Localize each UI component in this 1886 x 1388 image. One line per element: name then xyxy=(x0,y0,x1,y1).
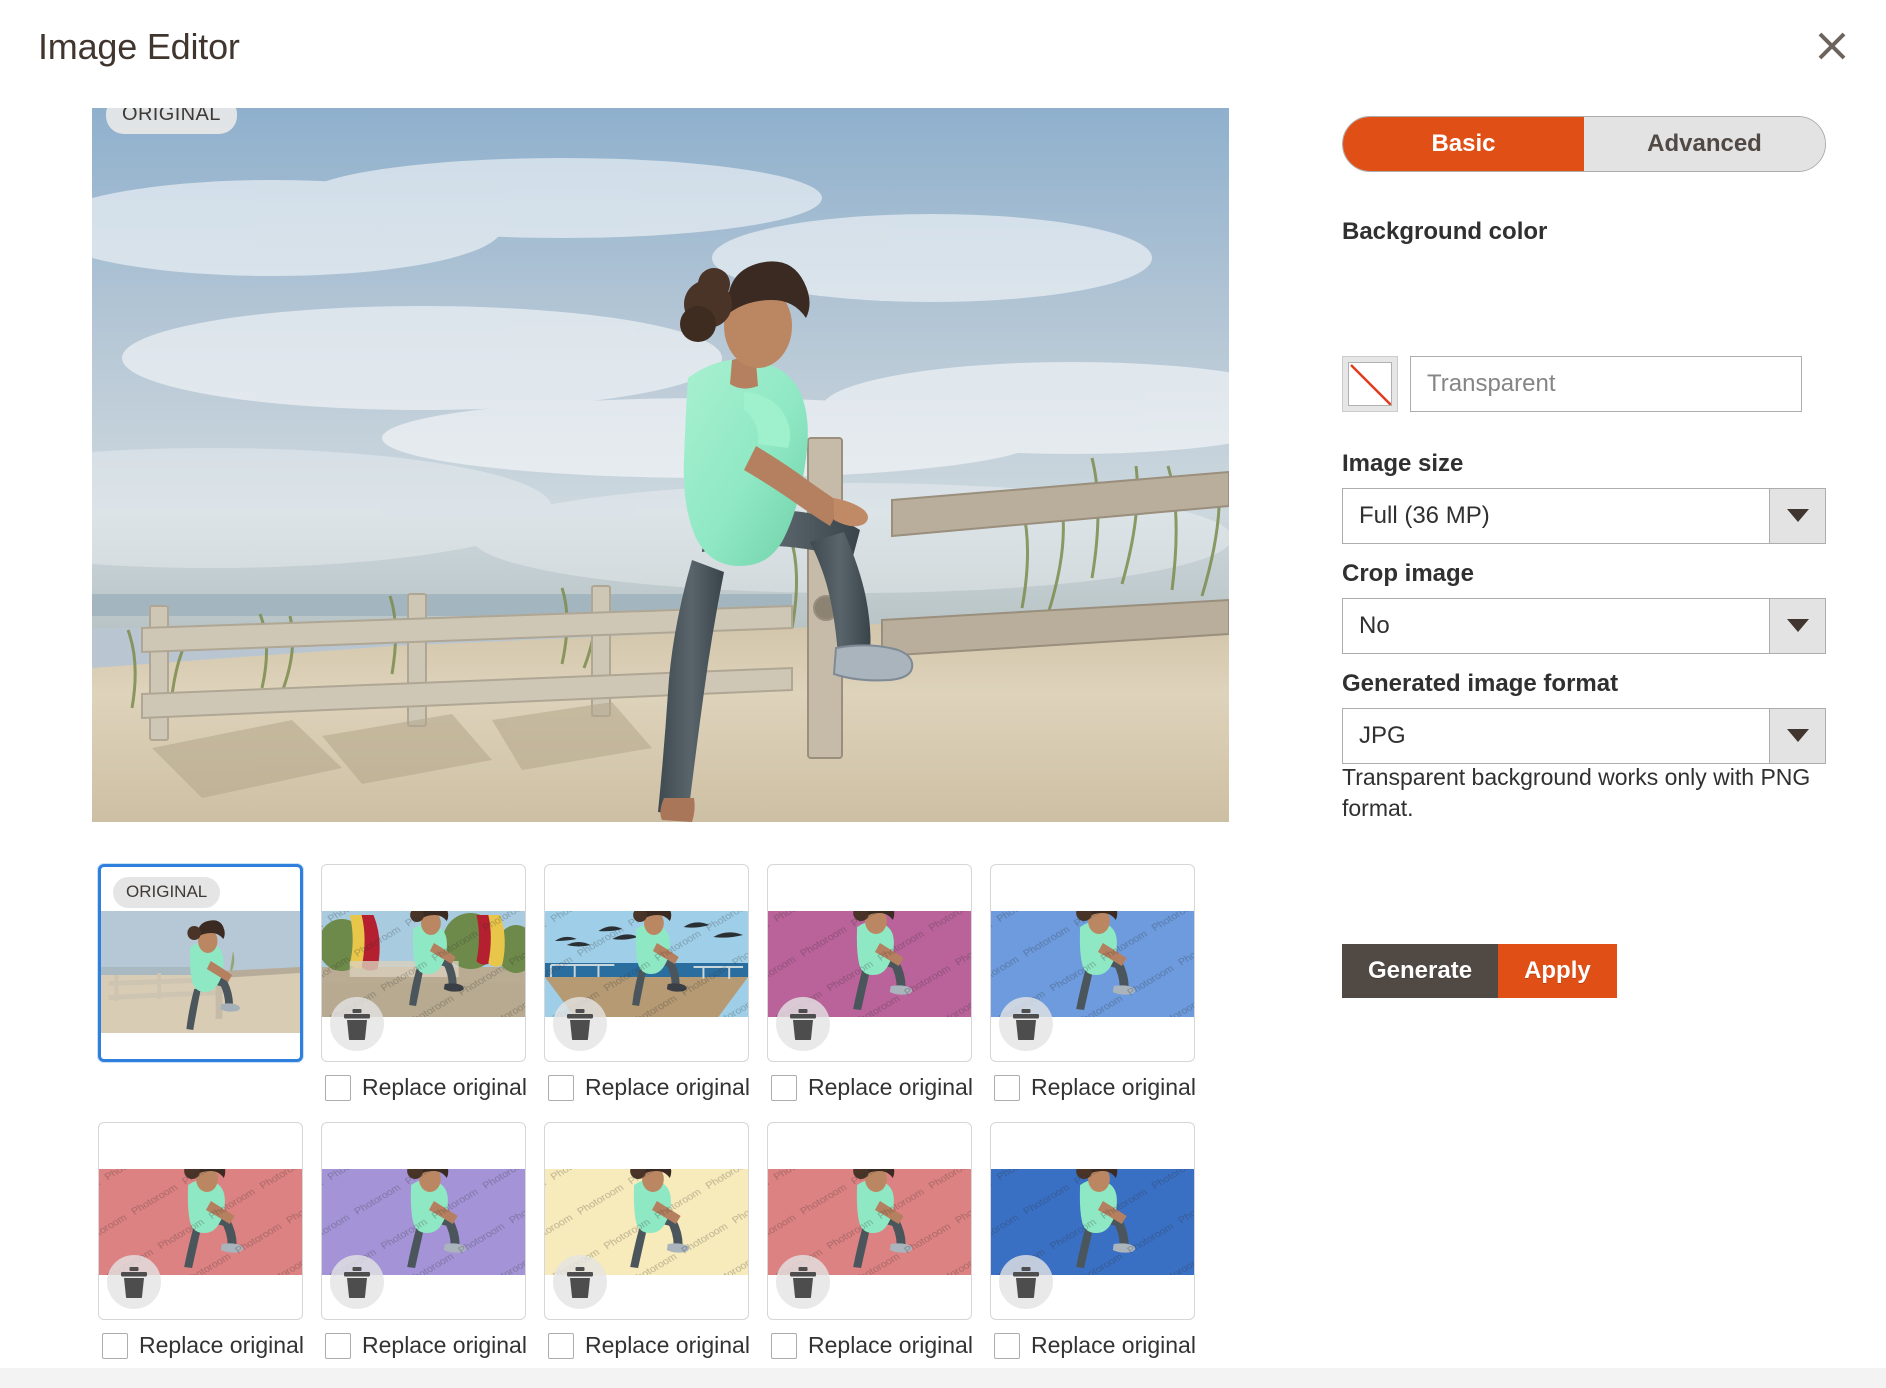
image-size-label: Image size xyxy=(1342,450,1463,478)
thumbnail-row-2: Photoroom Replace original Photoroom Rep… xyxy=(98,1122,1228,1380)
trash-icon[interactable] xyxy=(776,997,830,1051)
format-hint: Transparent background works only with P… xyxy=(1342,762,1832,825)
thumbnail-cell: Photoroom Replace original xyxy=(98,1122,303,1320)
apply-button[interactable]: Apply xyxy=(1498,944,1617,998)
replace-original-label[interactable]: Replace original xyxy=(808,1074,973,1101)
page-title: Image Editor xyxy=(38,26,240,68)
thumbnail-cell: Photoroom Replace original xyxy=(990,1122,1195,1320)
replace-original-row: Replace original xyxy=(548,1332,750,1359)
trash-icon[interactable] xyxy=(776,1255,830,1309)
replace-original-row: Replace original xyxy=(771,1074,973,1101)
replace-original-label[interactable]: Replace original xyxy=(362,1332,527,1359)
editor-left-pane: ORIGINAL ORIGINAL xyxy=(0,98,1330,1388)
generated-image-format-select[interactable]: JPG xyxy=(1342,708,1826,764)
generated-image-format-value: JPG xyxy=(1343,709,1769,763)
main-preview[interactable]: ORIGINAL xyxy=(92,108,1229,822)
thumbnail-grid: ORIGINAL Photoroom Replace xyxy=(98,864,1228,1380)
close-icon[interactable] xyxy=(1804,18,1860,74)
thumbnail-cell: Photoroom Replace original xyxy=(321,864,526,1062)
thumbnail-cell: Photoroom Replace original xyxy=(767,864,972,1062)
thumbnail-variant[interactable]: Photoroom xyxy=(990,1122,1195,1320)
thumbnail-variant[interactable]: Photoroom xyxy=(990,864,1195,1062)
preview-photo xyxy=(92,108,1229,822)
replace-original-label[interactable]: Replace original xyxy=(139,1332,304,1359)
bottom-strip xyxy=(0,1368,1886,1388)
trash-icon[interactable] xyxy=(330,1255,384,1309)
replace-original-checkbox[interactable] xyxy=(771,1333,797,1359)
trash-icon[interactable] xyxy=(999,1255,1053,1309)
thumbnail-image xyxy=(101,911,300,1033)
thumbnail-cell: ORIGINAL xyxy=(98,864,303,1062)
replace-original-row: Replace original xyxy=(325,1332,527,1359)
replace-original-checkbox[interactable] xyxy=(325,1075,351,1101)
mode-tabs: Basic Advanced xyxy=(1342,116,1826,172)
tab-advanced[interactable]: Advanced xyxy=(1584,117,1825,171)
thumbnail-variant[interactable]: Photoroom xyxy=(767,864,972,1062)
image-size-value: Full (36 MP) xyxy=(1343,489,1769,543)
replace-original-label[interactable]: Replace original xyxy=(585,1332,750,1359)
thumbnail-variant[interactable]: Photoroom xyxy=(321,1122,526,1320)
crop-image-value: No xyxy=(1343,599,1769,653)
thumbnail-variant[interactable]: Photoroom xyxy=(98,1122,303,1320)
action-buttons: Generate Apply xyxy=(1342,944,1617,998)
tab-basic[interactable]: Basic xyxy=(1343,117,1584,171)
thumbnail-original-selected[interactable]: ORIGINAL xyxy=(98,864,303,1062)
replace-original-label[interactable]: Replace original xyxy=(808,1332,973,1359)
modal-header: Image Editor xyxy=(0,0,1886,98)
replace-original-checkbox[interactable] xyxy=(548,1075,574,1101)
replace-original-checkbox[interactable] xyxy=(102,1333,128,1359)
thumbnail-variant[interactable]: Photoroom xyxy=(544,864,749,1062)
trash-icon[interactable] xyxy=(553,1255,607,1309)
editor-settings-pane: Basic Advanced Background color Image si… xyxy=(1330,98,1886,1388)
background-color-input[interactable] xyxy=(1410,356,1802,412)
generated-image-format-label: Generated image format xyxy=(1342,670,1618,698)
image-size-select[interactable]: Full (36 MP) xyxy=(1342,488,1826,544)
trash-icon[interactable] xyxy=(553,997,607,1051)
background-color-row xyxy=(1342,356,1802,412)
replace-original-row: Replace original xyxy=(994,1332,1196,1359)
replace-original-label[interactable]: Replace original xyxy=(1031,1074,1196,1101)
crop-image-label: Crop image xyxy=(1342,560,1474,588)
replace-original-label[interactable]: Replace original xyxy=(1031,1332,1196,1359)
thumbnail-cell: Photoroom Replace original xyxy=(544,864,749,1062)
generate-button[interactable]: Generate xyxy=(1342,944,1498,998)
no-color-swatch-icon[interactable] xyxy=(1342,356,1398,412)
thumbnail-variant[interactable]: Photoroom xyxy=(321,864,526,1062)
chevron-down-icon xyxy=(1769,489,1825,543)
replace-original-checkbox[interactable] xyxy=(994,1075,1020,1101)
replace-original-checkbox[interactable] xyxy=(771,1075,797,1101)
chevron-down-icon xyxy=(1769,599,1825,653)
original-badge: ORIGINAL xyxy=(113,877,220,908)
replace-original-checkbox[interactable] xyxy=(994,1333,1020,1359)
trash-icon[interactable] xyxy=(999,997,1053,1051)
thumbnail-variant[interactable]: Photoroom xyxy=(544,1122,749,1320)
replace-original-row: Replace original xyxy=(771,1332,973,1359)
replace-original-checkbox[interactable] xyxy=(548,1333,574,1359)
trash-icon[interactable] xyxy=(330,997,384,1051)
replace-original-row: Replace original xyxy=(548,1074,750,1101)
thumbnail-variant[interactable]: Photoroom xyxy=(767,1122,972,1320)
replace-original-label[interactable]: Replace original xyxy=(585,1074,750,1101)
image-editor-modal: Image Editor xyxy=(0,0,1886,1388)
replace-original-label[interactable]: Replace original xyxy=(362,1074,527,1101)
replace-original-checkbox[interactable] xyxy=(325,1333,351,1359)
thumbnail-cell: Photoroom Replace original xyxy=(544,1122,749,1320)
chevron-down-icon xyxy=(1769,709,1825,763)
crop-image-select[interactable]: No xyxy=(1342,598,1826,654)
original-badge: ORIGINAL xyxy=(106,108,237,134)
replace-original-row: Replace original xyxy=(102,1332,304,1359)
thumbnail-cell: Photoroom Replace original xyxy=(990,864,1195,1062)
replace-original-row: Replace original xyxy=(994,1074,1196,1101)
thumbnail-cell: Photoroom Replace original xyxy=(767,1122,972,1320)
replace-original-row: Replace original xyxy=(325,1074,527,1101)
thumbnail-row-1: ORIGINAL Photoroom Replace xyxy=(98,864,1228,1122)
background-color-label: Background color xyxy=(1342,218,1547,246)
thumbnail-cell: Photoroom Replace original xyxy=(321,1122,526,1320)
trash-icon[interactable] xyxy=(107,1255,161,1309)
